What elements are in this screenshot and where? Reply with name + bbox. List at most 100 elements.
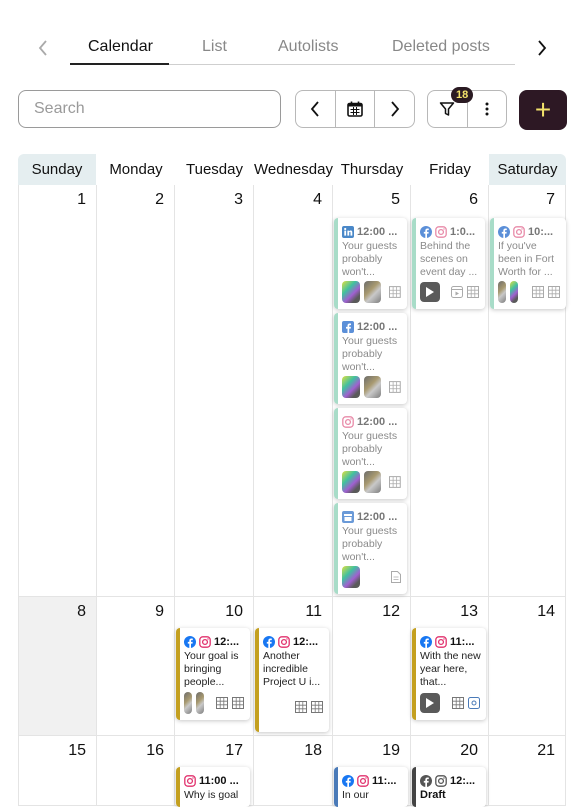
facebook-icon (498, 226, 510, 238)
post-card[interactable]: 10:... If you've been in Fort Worth for … (490, 218, 566, 309)
post-time: 12:... (450, 775, 476, 787)
day-cell[interactable]: 16 (97, 736, 175, 806)
instagram-icon (184, 775, 196, 787)
filter-group: 18 (427, 87, 507, 128)
post-time: 12:00 ... (357, 511, 398, 523)
status-strip (334, 767, 338, 807)
document-icon (391, 571, 401, 583)
day-number: 17 (225, 742, 243, 759)
day-cell[interactable]: 15 (18, 736, 97, 806)
tab-list[interactable]: List (202, 38, 227, 56)
day-cell[interactable]: 8 (18, 597, 97, 736)
prev-month-button[interactable] (296, 91, 336, 127)
facebook-icon (420, 226, 432, 238)
tab-autolists[interactable]: Autolists (278, 38, 338, 56)
day-header-monday: Monday (109, 161, 163, 178)
post-preview: Another incredible Project U i... (263, 650, 321, 688)
post-card[interactable]: 11:... With the new year here, that... (412, 628, 486, 720)
post-preview: Your guests probably won't... (342, 430, 398, 468)
post-card[interactable]: 12:00 ... Your guests probably won't... (334, 408, 407, 499)
post-card[interactable]: 12:00 ... Your guests probably won't... (334, 218, 407, 309)
post-card[interactable]: 11:00 ... Why is goal (176, 767, 250, 807)
day-cell[interactable]: 21 (489, 736, 566, 806)
day-number: 21 (537, 742, 555, 759)
post-card[interactable]: 12:00 ... Your guests probably won't... (334, 503, 407, 594)
day-cell[interactable]: 1 (18, 185, 97, 597)
reel-icon (451, 286, 463, 298)
day-cell[interactable]: 4 (254, 185, 333, 597)
post-preview: Behind the scenes on event day ... (420, 240, 478, 278)
grid-view-icon (452, 697, 464, 709)
post-preview: Your guests probably won't... (342, 335, 398, 373)
status-strip (412, 628, 416, 720)
filter-icon (440, 102, 455, 116)
instagram-icon (342, 416, 354, 428)
search-input[interactable] (18, 90, 281, 128)
day-number: 3 (234, 191, 243, 208)
facebook-icon (263, 636, 275, 648)
post-card[interactable]: 12:... Your goal is bringing people... (176, 628, 250, 720)
day-number: 9 (155, 603, 164, 620)
instagram-icon (435, 226, 447, 238)
grid-view-icon (216, 697, 228, 709)
status-strip (255, 628, 259, 732)
instagram-icon (199, 636, 211, 648)
date-picker-button[interactable] (336, 91, 376, 127)
facebook-icon (342, 775, 354, 787)
media-thumbnail (363, 471, 382, 493)
tab-deleted-posts[interactable]: Deleted posts (392, 38, 490, 56)
day-cell[interactable]: 14 (489, 597, 566, 736)
grid-view-icon (311, 701, 323, 713)
day-header-wednesday: Wednesday (254, 161, 333, 178)
day-number: 5 (391, 191, 400, 208)
video-thumbnail (420, 693, 440, 713)
day-number: 2 (155, 191, 164, 208)
tab-calendar[interactable]: Calendar (88, 38, 153, 56)
day-number: 15 (68, 742, 86, 759)
post-card[interactable]: 11:... In our (334, 767, 408, 807)
post-card[interactable]: 1:0... Behind the scenes on event day ..… (412, 218, 485, 309)
video-thumbnail (420, 282, 440, 302)
day-number: 8 (77, 603, 86, 620)
status-strip (176, 628, 180, 720)
filter-button[interactable]: 18 (428, 87, 474, 127)
tabs-prev-arrow-icon[interactable] (33, 37, 53, 59)
post-card[interactable]: 12:... Another incredible Project U i... (255, 628, 329, 732)
grid-view-icon (295, 701, 307, 713)
add-post-button[interactable]: + (519, 90, 567, 130)
post-time: 12:00 ... (357, 226, 398, 238)
day-cell[interactable]: 12 (333, 597, 411, 736)
status-strip (334, 503, 338, 594)
instagram-icon (435, 775, 447, 787)
post-time: 11:00 ... (199, 775, 239, 787)
calendar-icon (347, 101, 363, 117)
tab-bar: Calendar List Autolists Deleted posts (0, 0, 583, 70)
post-card[interactable]: 12:00 ... Your guests probably won't... (334, 313, 407, 404)
instagram-icon (513, 226, 525, 238)
grid-view-icon (532, 286, 544, 298)
status-strip (412, 767, 416, 807)
tab-active-indicator (70, 63, 169, 65)
day-cell[interactable]: 2 (97, 185, 175, 597)
post-card[interactable]: 12:... Draft (412, 767, 486, 807)
post-time: 12:... (214, 636, 240, 648)
status-strip (176, 767, 180, 807)
media-thumbnail (510, 281, 518, 303)
media-thumbnail (196, 692, 204, 714)
linkedin-icon (342, 226, 354, 238)
media-thumbnail (342, 281, 360, 303)
next-month-button[interactable] (375, 91, 414, 127)
day-header-thursday: Thursday (340, 161, 404, 178)
more-options-button[interactable] (468, 91, 507, 127)
day-number: 1 (77, 191, 86, 208)
day-header-tuesday: Tuesday (186, 161, 243, 178)
media-thumbnail (342, 376, 360, 398)
post-preview: Your guests probably won't... (342, 525, 398, 563)
day-cell[interactable]: 3 (175, 185, 254, 597)
day-cell[interactable]: 9 (97, 597, 175, 736)
post-time: 11:... (450, 636, 475, 648)
post-time: 12:00 ... (357, 321, 398, 333)
day-cell[interactable]: 18 (254, 736, 333, 806)
tabs-next-arrow-icon[interactable] (532, 37, 552, 59)
draft-label: Draft (420, 789, 446, 801)
